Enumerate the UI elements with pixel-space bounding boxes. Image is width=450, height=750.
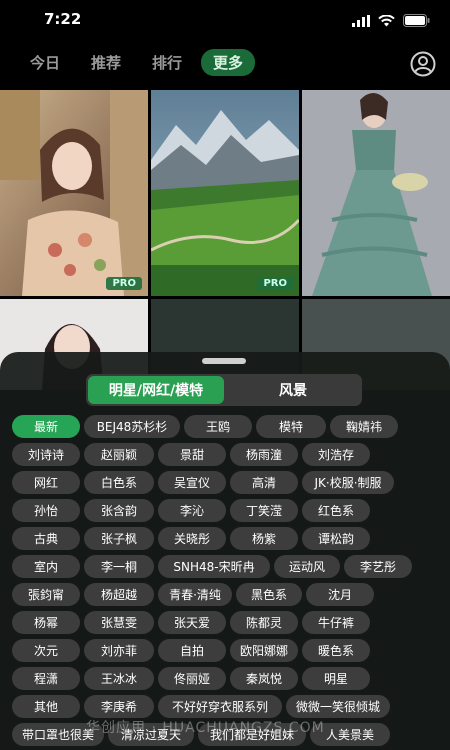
tag-chip[interactable]: 刘诗诗 bbox=[12, 443, 80, 466]
tag-chip[interactable]: 佟丽娅 bbox=[158, 667, 226, 690]
tag-chip[interactable]: 不好好穿衣服系列 bbox=[158, 695, 282, 718]
category-sheet: 明星/网红/模特 风景 最新 BEJ48苏杉杉 王鸥 模特 鞠婧祎 刘诗诗 赵丽… bbox=[0, 352, 450, 750]
tag-chip[interactable]: 张含韵 bbox=[84, 499, 154, 522]
segment-celebrity[interactable]: 明星/网红/模特 bbox=[88, 376, 224, 404]
tag-chip[interactable]: 陈都灵 bbox=[230, 611, 298, 634]
tag-chip[interactable]: 次元 bbox=[12, 639, 80, 662]
tag-chip[interactable]: 丁笑滢 bbox=[230, 499, 298, 522]
tag-chip[interactable]: JK·校服·制服 bbox=[302, 471, 394, 494]
wallpaper-image bbox=[302, 90, 450, 296]
tag-chip[interactable]: 室内 bbox=[12, 555, 80, 578]
tag-chip[interactable]: 明星 bbox=[302, 667, 370, 690]
tag-chip[interactable]: SNH48-宋昕冉 bbox=[158, 555, 270, 578]
tab-more[interactable]: 更多 bbox=[201, 49, 256, 76]
tab-recommend[interactable]: 推荐 bbox=[91, 52, 121, 73]
tag-chip[interactable]: 孙怡 bbox=[12, 499, 80, 522]
tag-chip[interactable]: 杨紫 bbox=[230, 527, 298, 550]
status-bar: 7:22 bbox=[0, 0, 450, 40]
wallpaper-tile[interactable]: PRO bbox=[151, 90, 299, 296]
tag-chip[interactable]: 微微一笑很倾城 bbox=[286, 695, 390, 718]
tag-chip[interactable]: 張鈞甯 bbox=[12, 583, 80, 606]
tag-chip[interactable]: 模特 bbox=[256, 415, 326, 438]
tab-ranking[interactable]: 排行 bbox=[152, 52, 182, 73]
tag-chip[interactable]: 李艺彤 bbox=[344, 555, 412, 578]
tag-chip[interactable]: 欧阳娜娜 bbox=[230, 639, 298, 662]
pro-badge: PRO bbox=[257, 277, 293, 290]
tag-chip[interactable]: 李庚希 bbox=[84, 695, 154, 718]
status-time: 7:22 bbox=[44, 10, 82, 28]
tag-chip-list: 最新 BEJ48苏杉杉 王鸥 模特 鞠婧祎 刘诗诗 赵丽颖 景甜 杨雨潼 刘浩存… bbox=[0, 412, 450, 750]
tag-chip[interactable]: 刘亦菲 bbox=[84, 639, 154, 662]
tag-chip[interactable]: 赵丽颖 bbox=[84, 443, 154, 466]
tag-chip[interactable]: 高清 bbox=[230, 471, 298, 494]
tag-chip[interactable]: 杨幂 bbox=[12, 611, 80, 634]
tag-chip[interactable]: 李沁 bbox=[158, 499, 226, 522]
tag-chip[interactable]: 网红 bbox=[12, 471, 80, 494]
wallpaper-image bbox=[0, 90, 148, 296]
tag-chip[interactable]: 刘浩存 bbox=[302, 443, 370, 466]
tag-chip[interactable]: 自拍 bbox=[158, 639, 226, 662]
tag-chip[interactable]: 谭松韵 bbox=[302, 527, 370, 550]
tag-chip[interactable]: 张子枫 bbox=[84, 527, 154, 550]
tag-chip[interactable]: 王冰冰 bbox=[84, 667, 154, 690]
pro-badge: PRO bbox=[106, 277, 142, 290]
wallpaper-image bbox=[151, 90, 299, 296]
tag-chip[interactable]: 其他 bbox=[12, 695, 80, 718]
tag-chip[interactable]: 沈月 bbox=[306, 583, 374, 606]
tag-chip[interactable]: 青春·清纯 bbox=[158, 583, 232, 606]
tab-today[interactable]: 今日 bbox=[30, 52, 60, 73]
cellular-signal-icon bbox=[352, 12, 370, 31]
category-segmented-control: 明星/网红/模特 风景 bbox=[86, 374, 362, 406]
tag-chip[interactable]: 王鸥 bbox=[184, 415, 252, 438]
tag-chip[interactable]: 鞠婧祎 bbox=[330, 415, 398, 438]
tag-chip[interactable]: 古典 bbox=[12, 527, 80, 550]
tag-chip[interactable]: 张天爱 bbox=[158, 611, 226, 634]
tag-chip[interactable]: BEJ48苏杉杉 bbox=[84, 415, 180, 438]
segment-scenery[interactable]: 风景 bbox=[226, 376, 360, 404]
tag-chip[interactable]: 杨超越 bbox=[84, 583, 154, 606]
sheet-grabber[interactable] bbox=[202, 358, 246, 364]
tag-chip[interactable]: 白色系 bbox=[84, 471, 154, 494]
tag-chip[interactable]: 吴宣仪 bbox=[158, 471, 226, 494]
tag-chip[interactable]: 景甜 bbox=[158, 443, 226, 466]
tag-chip[interactable]: 运动风 bbox=[274, 555, 340, 578]
battery-icon bbox=[403, 12, 430, 31]
tag-chip[interactable]: 牛仔裤 bbox=[302, 611, 370, 634]
tag-chip[interactable]: 秦岚悦 bbox=[230, 667, 298, 690]
top-nav: 今日 推荐 排行 更多 bbox=[0, 44, 450, 84]
tag-chip[interactable]: 红色系 bbox=[302, 499, 370, 522]
tag-chip[interactable]: 程潇 bbox=[12, 667, 80, 690]
watermark-text: 华创应用 · HUACHUANGZS.COM bbox=[86, 720, 325, 736]
wallpaper-tile[interactable] bbox=[302, 90, 450, 296]
tag-chip[interactable]: 黑色系 bbox=[236, 583, 302, 606]
tag-chip[interactable]: 李一桐 bbox=[84, 555, 154, 578]
status-icons bbox=[352, 12, 430, 31]
wallpaper-grid: PRO PRO bbox=[0, 90, 450, 390]
tag-chip[interactable]: 张慧雯 bbox=[84, 611, 154, 634]
tag-chip[interactable]: 最新 bbox=[12, 415, 80, 438]
user-profile-icon[interactable] bbox=[410, 51, 436, 81]
wallpaper-tile[interactable]: PRO bbox=[0, 90, 148, 296]
tag-chip[interactable]: 关晓彤 bbox=[158, 527, 226, 550]
tag-chip[interactable]: 暖色系 bbox=[302, 639, 370, 662]
wifi-icon bbox=[378, 12, 395, 31]
tag-chip[interactable]: 杨雨潼 bbox=[230, 443, 298, 466]
